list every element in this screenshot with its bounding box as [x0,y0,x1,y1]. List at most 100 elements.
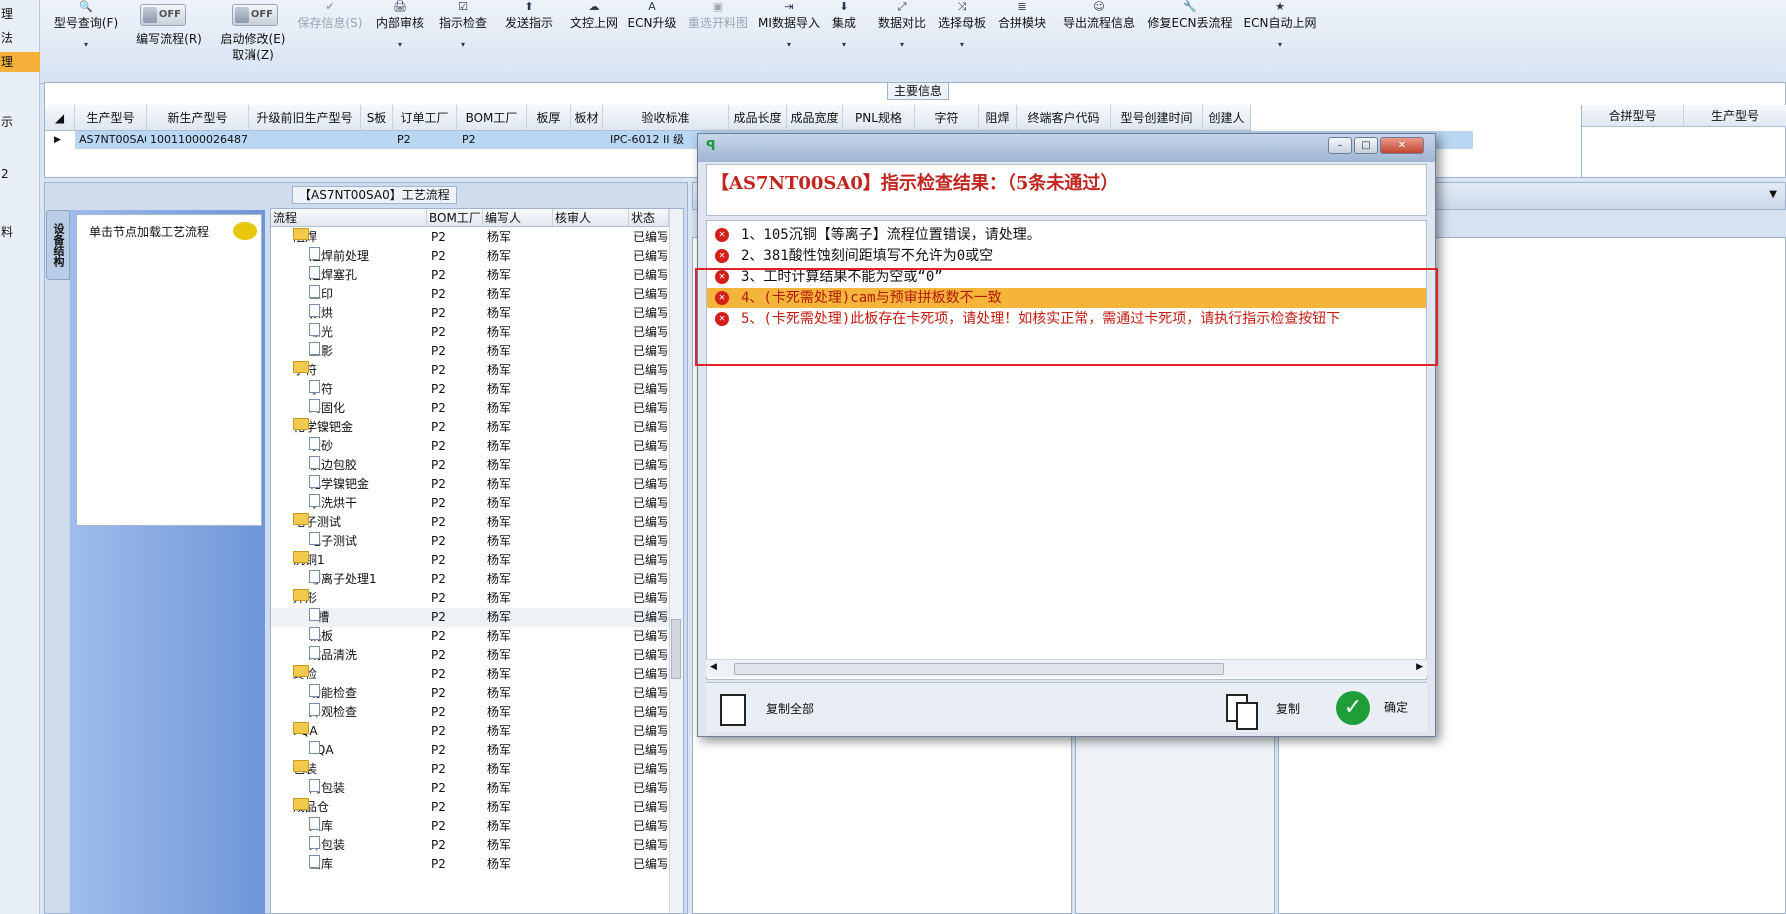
info-header[interactable]: 升级前旧生产型号 [249,105,361,131]
tree-node[interactable]: 阻焊前处理 [309,247,427,266]
message-horizontal-scrollbar[interactable]: ◀ ▶ [706,659,1427,677]
ecn-upgrade-button[interactable]: A ECN升级 [626,0,678,84]
data-compare-button-dropdown-icon[interactable]: ▾ [872,32,932,58]
ecn-auto-upload-button-dropdown-icon[interactable]: ▾ [1238,32,1322,58]
tree-node[interactable]: −终检 [293,665,427,684]
tree-row[interactable]: 阻焊塞孔 P2 杨军 已编写 [271,266,671,285]
tree-row[interactable]: 外包装 P2 杨军 已编写 [271,836,671,855]
tree-node[interactable]: 字符 [309,380,427,399]
tree-node[interactable]: −外形 [293,589,427,608]
nav-item[interactable]: 理 [0,4,40,24]
tree-node[interactable]: 板边包胶 [309,456,427,475]
data-compare-button[interactable]: ⤢ 数据对比 ▾ [872,0,932,84]
info-header[interactable]: 阻焊 [979,105,1017,131]
tree-row[interactable]: 成品清洗 P2 杨军 已编写 [271,646,671,665]
reselect-cutting-button[interactable]: ▣ 重选开料图 [680,0,756,84]
tree-node[interactable]: −沉铜1 [293,551,427,570]
tree-row[interactable]: −电子测试 P2 杨军 已编写 [271,513,671,532]
nav-item[interactable]: 理 [0,52,40,72]
tree-row[interactable]: 显影 P2 杨军 已编写 [271,342,671,361]
tree-scroll-thumb[interactable] [671,619,681,679]
tree-node[interactable]: 出库 [309,855,427,874]
send-instruction-button[interactable]: ⬆ 发送指示 [496,0,562,84]
save-info-button[interactable]: ✔ 保存信息(S) [292,0,368,84]
tree-row[interactable]: −阻焊 P2 杨军 已编写 [271,228,671,247]
repair-ecn-button[interactable]: 🔧 修复ECN丢流程 [1144,0,1236,84]
tree-node[interactable]: 丝印 [309,285,427,304]
info-header[interactable]: 型号创建时间 [1111,105,1203,131]
edit-flow-switch[interactable]: OFF [140,4,186,26]
internal-review-button[interactable]: 🖨 内部审核 ▾ [370,0,430,84]
tree-row[interactable]: 预烘 P2 杨军 已编写 [271,304,671,323]
tree-row[interactable]: −FQA P2 杨军 已编写 [271,722,671,741]
tree-node[interactable]: 化学镍钯金 [309,475,427,494]
mi-import-button-dropdown-icon[interactable]: ▾ [758,32,820,58]
tree-node[interactable]: FQA [309,741,427,760]
integrate-button-dropdown-icon[interactable]: ▾ [822,32,866,58]
process-tree-grid[interactable]: 流程 BOM工厂 编写人 核审人 状态 −阻焊P2杨军已编写阻焊前处理P2杨军已… [270,208,684,914]
scroll-left-icon[interactable]: ◀ [710,662,717,672]
tree-node[interactable]: −阻焊 [293,228,427,247]
internal-review-button-dropdown-icon[interactable]: ▾ [370,32,430,58]
info-header[interactable]: 验收标准 [603,105,729,131]
tree-row[interactable]: 内包装 P2 杨军 已编写 [271,779,671,798]
start-edit-toggle[interactable]: OFF 启动修改(E) 取消(Z) ▾ [214,0,292,84]
info-header[interactable]: 字符 [915,105,979,131]
ecn-auto-upload-button[interactable]: ★ ECN自动上网 ▾ [1238,0,1322,84]
info-header[interactable]: 板厚 [527,105,571,131]
tree-row[interactable]: 出库 P2 杨军 已编写 [271,855,671,874]
tree-row[interactable]: 等离子处理1 P2 杨军 已编写 [271,570,671,589]
copy-all-button[interactable]: 复制全部 [720,693,814,726]
tree-node[interactable]: 入库 [309,817,427,836]
tree-node[interactable]: 终固化 [309,399,427,418]
tree-node[interactable]: 阻焊塞孔 [309,266,427,285]
edit-flow-toggle[interactable]: OFF 编写流程(R) [126,0,212,84]
select-mother-board-button-dropdown-icon[interactable]: ▾ [934,32,990,58]
tree-node[interactable]: −成品仓 [293,798,427,817]
message-item[interactable]: ✕ 3、工时计算结果不能为空或“0” [707,267,1426,287]
tree-node[interactable]: 铣板 [309,627,427,646]
tree-row[interactable]: −字符 P2 杨军 已编写 [271,361,671,380]
tree-row[interactable]: 入库 P2 杨军 已编写 [271,817,671,836]
integrate-button[interactable]: ⬇ 集成 ▾ [822,0,866,84]
info-header[interactable]: S板 [361,105,393,131]
info-header[interactable]: 板材 [571,105,603,131]
tree-row[interactable]: −终检 P2 杨军 已编写 [271,665,671,684]
tree-node[interactable]: 成品清洗 [309,646,427,665]
tree-header-bom[interactable]: BOM工厂 [427,209,483,227]
tree-header-flow[interactable]: 流程 [271,209,427,227]
tree-node[interactable]: 外包装 [309,836,427,855]
info-header[interactable]: 成品宽度 [787,105,843,131]
select-mother-board-button[interactable]: ⤨ 选择母板 ▾ [934,0,990,84]
tree-node[interactable]: −化学镍钯金 [293,418,427,437]
tree-row[interactable]: 外观检查 P2 杨军 已编写 [271,703,671,722]
model-query-button[interactable]: 🔍 型号查询(F) ▾ [48,0,124,84]
message-item[interactable]: ✕ 1、105沉铜【等离子】流程位置错误，请处理。 [707,225,1426,245]
tree-row[interactable]: 字符 P2 杨军 已编写 [271,380,671,399]
tree-row[interactable]: −成品仓 P2 杨军 已编写 [271,798,671,817]
start-edit-switch[interactable]: OFF [232,4,278,26]
info-header[interactable]: 新生产型号 [147,105,249,131]
tree-node[interactable]: 等离子处理1 [309,570,427,589]
info-header[interactable]: 终端客户代码 [1017,105,1111,131]
minimize-button[interactable]: – [1328,137,1352,154]
copy-button[interactable]: 复制 [1226,693,1300,730]
doc-control-upload-button[interactable]: ☁ 文控上网 [564,0,624,84]
dialog-titlebar[interactable]: ꟼ – □ ✕ [698,134,1435,162]
tree-row[interactable]: 电子测试 P2 杨军 已编写 [271,532,671,551]
tree-row[interactable]: 铣板 P2 杨军 已编写 [271,627,671,646]
tree-row[interactable]: 喷砂 P2 杨军 已编写 [271,437,671,456]
tree-node[interactable]: 喷砂 [309,437,427,456]
message-item[interactable]: ✕ 5、(卡死需处理)此板存在卡死项，请处理！如核实正常，需通过卡死项，请执行指示… [707,309,1426,329]
tree-node[interactable]: 水洗烘干 [309,494,427,513]
tree-node[interactable]: 显影 [309,342,427,361]
message-item[interactable]: ✕ 4、(卡死需处理)cam与预审拼板数不一致 [707,288,1426,308]
tree-vertical-scrollbar[interactable] [669,209,683,913]
tree-row[interactable]: 板边包胶 P2 杨军 已编写 [271,456,671,475]
dropdown-arrow-icon[interactable]: ▼ [1769,189,1777,200]
start-edit-toggle-dropdown-icon[interactable]: ▾ [214,44,292,70]
tree-row[interactable]: −化学镍钯金 P2 杨军 已编写 [271,418,671,437]
nav-item[interactable]: 2 [0,164,40,184]
tree-row[interactable]: 水洗烘干 P2 杨军 已编写 [271,494,671,513]
tree-node[interactable]: 功能检查 [309,684,427,703]
